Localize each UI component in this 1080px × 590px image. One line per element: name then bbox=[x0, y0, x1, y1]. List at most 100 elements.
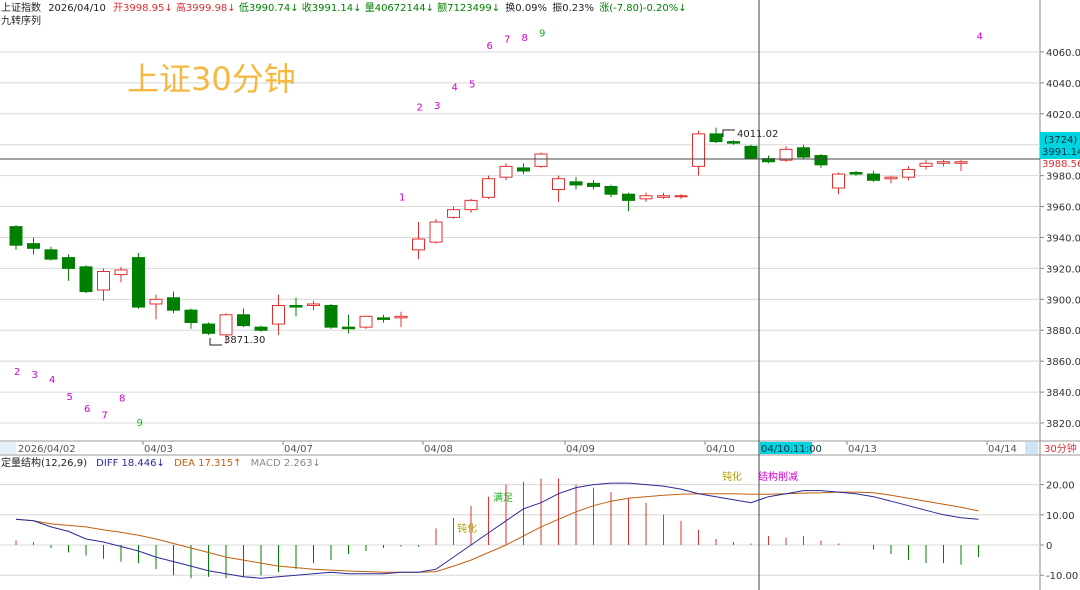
header-volume: 量40672144↓ bbox=[365, 2, 434, 14]
header-close: 收3991.14↓ bbox=[302, 1, 362, 14]
candle-body bbox=[902, 168, 915, 178]
header-open: 开3998.95↓ bbox=[113, 3, 173, 14]
candle-body bbox=[674, 195, 688, 198]
macd-dunhua-small-label: 钝化 bbox=[457, 522, 477, 535]
candle-body bbox=[814, 155, 828, 166]
nine-sequence-number: 9 bbox=[539, 29, 545, 40]
macd-dea-value: DEA 17.315↑ bbox=[174, 458, 241, 469]
candle-body bbox=[884, 176, 898, 180]
candle-body bbox=[569, 181, 583, 186]
candle-body bbox=[412, 238, 425, 251]
ref-price-label: 3988.56 bbox=[1042, 159, 1080, 170]
candle bbox=[79, 265, 93, 294]
cursor-date-label: 04/10,11:00 bbox=[761, 444, 822, 455]
candle-body bbox=[517, 167, 530, 172]
price-badge: (3724) 3991.14 bbox=[1040, 132, 1080, 159]
candle-body bbox=[587, 182, 600, 187]
nine-sequence-number: 8 bbox=[119, 393, 125, 404]
kline-chart: 上证30分钟 2 3 45678912 34 567 8 9 4 4011.02 3871.3… bbox=[0, 0, 1080, 590]
price-tick-label: 4040.00 bbox=[1046, 79, 1080, 90]
nine-sequence-number: 7 bbox=[102, 410, 108, 421]
candle-body bbox=[79, 266, 93, 293]
macd-tick-label: 10.00 bbox=[1046, 511, 1075, 522]
candle-body bbox=[219, 314, 233, 336]
date-label-4: 04/09 bbox=[566, 444, 595, 455]
candle-body bbox=[9, 226, 23, 246]
macd-tick-label: 20.00 bbox=[1046, 481, 1075, 492]
header-amount: 额7123499↓ bbox=[437, 1, 500, 14]
candle-body bbox=[27, 243, 40, 249]
nine-sequence-number: 9 bbox=[137, 418, 143, 429]
macd-title: 定量结构(12,26,9) bbox=[1, 456, 87, 469]
candle-body bbox=[744, 145, 758, 159]
price-tick-label: 4060.00 bbox=[1046, 48, 1080, 59]
candle-body bbox=[272, 305, 285, 325]
header-date: 2026/04/10 bbox=[48, 3, 106, 14]
price-tick-label: 3900.00 bbox=[1046, 295, 1080, 306]
date-axis-scroll-right[interactable] bbox=[1025, 442, 1038, 454]
header-change: 涨(-7.80)-0.20%↓ bbox=[599, 2, 686, 14]
candle-body bbox=[132, 257, 145, 308]
header-low: 低3990.74↓ bbox=[239, 1, 299, 14]
candle-body bbox=[184, 309, 198, 324]
candle-body bbox=[429, 221, 443, 243]
candle-body bbox=[604, 185, 618, 195]
candle bbox=[429, 218, 443, 244]
price-tick-label: 4020.00 bbox=[1046, 110, 1080, 121]
candle-body bbox=[797, 147, 810, 158]
candle-body bbox=[832, 173, 845, 189]
date-label-3: 04/08 bbox=[424, 444, 453, 455]
date-label-2: 04/07 bbox=[284, 444, 313, 455]
price-tick-label: 3860.00 bbox=[1046, 357, 1080, 368]
candle-body bbox=[534, 153, 548, 167]
macd-header: 定量结构(12,26,9) DIFF 18.446↓ DEA 17.315↑ M… bbox=[1, 456, 321, 469]
date-label-7: 04/14 bbox=[988, 444, 1017, 455]
nine-sequence-number: 1 bbox=[399, 192, 405, 203]
candle-body bbox=[114, 269, 128, 276]
nine-sequence-number: 4 bbox=[49, 375, 55, 386]
candle-body bbox=[919, 162, 933, 167]
candle bbox=[202, 322, 215, 335]
macd-tick-label: 0 bbox=[1046, 541, 1052, 552]
watermark-title: 上证30分钟 bbox=[127, 60, 296, 98]
candle bbox=[359, 315, 373, 329]
candle-body bbox=[849, 172, 863, 175]
candle bbox=[132, 252, 145, 309]
date-label-1: 04/03 bbox=[144, 444, 173, 455]
nine-sequence-number: 5 bbox=[469, 80, 475, 91]
candle-body bbox=[464, 199, 478, 211]
price-tick-label: 3920.00 bbox=[1046, 264, 1080, 275]
date-axis-scroll-left[interactable] bbox=[0, 442, 16, 454]
candle-body bbox=[62, 257, 75, 269]
indicator-name: 九转序列 bbox=[1, 14, 41, 27]
price-tick-label: 3840.00 bbox=[1046, 388, 1080, 399]
candle-body bbox=[499, 165, 513, 178]
candle-body bbox=[324, 305, 338, 328]
candle bbox=[744, 144, 758, 160]
candle-body bbox=[359, 315, 373, 328]
price-tick-label: 3960.00 bbox=[1046, 203, 1080, 214]
candle-body bbox=[307, 303, 320, 307]
date-label-6: 04/13 bbox=[848, 444, 877, 455]
header-amplitude: 振0.23% bbox=[552, 1, 594, 14]
candle-body bbox=[692, 133, 705, 167]
candle bbox=[534, 152, 548, 168]
macd-macd-value: MACD 2.263↓ bbox=[251, 458, 321, 469]
candle-body bbox=[97, 270, 110, 291]
price-tick-label: 3940.00 bbox=[1046, 233, 1080, 244]
candle-body bbox=[237, 314, 250, 327]
date-label-0: 2026/04/02 bbox=[18, 444, 76, 455]
nine-sequence-number: 4 bbox=[977, 32, 983, 43]
high-label: 4011.02 bbox=[737, 129, 778, 140]
macd-diff-value: DIFF 18.446↓ bbox=[96, 458, 165, 469]
candle bbox=[482, 175, 495, 199]
price-tick-label: 3880.00 bbox=[1046, 326, 1080, 337]
candle-body bbox=[954, 161, 968, 164]
nine-sequence-number: 6 bbox=[84, 404, 90, 415]
candle-body bbox=[622, 193, 635, 201]
badge-price-label: 3991.14 bbox=[1042, 147, 1080, 158]
nine-sequence-number: 6 bbox=[487, 41, 493, 52]
header-high: 高3999.98↓ bbox=[176, 1, 236, 14]
candle-body bbox=[149, 298, 163, 305]
macd-jiegou-label: 结构削减 bbox=[758, 470, 798, 483]
